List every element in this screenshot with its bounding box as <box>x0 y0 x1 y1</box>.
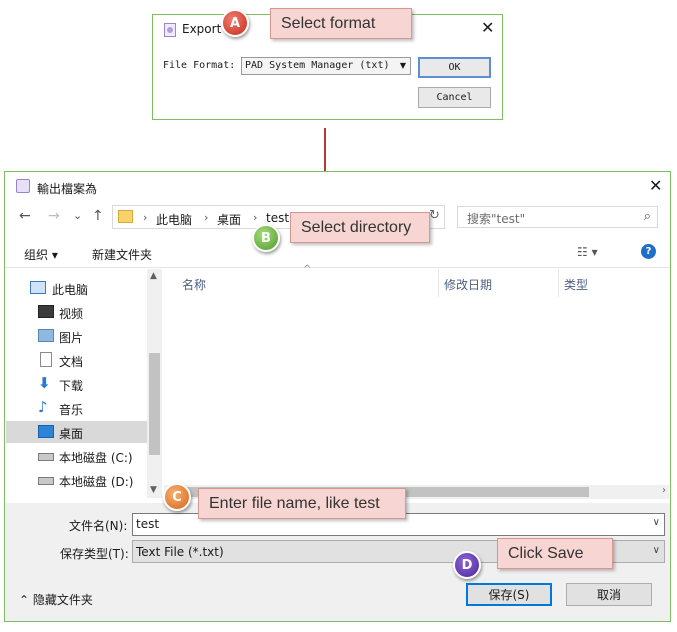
new-folder-button[interactable]: 新建文件夹 <box>92 246 152 263</box>
sidebar-item-label: 视频 <box>59 307 84 321</box>
download-icon: ⬇ <box>38 374 51 392</box>
cancel-button[interactable]: 取消 <box>566 583 652 606</box>
file-format-select[interactable]: PAD System Manager (txt) ▼ <box>241 57 411 75</box>
close-icon[interactable]: ✕ <box>481 19 494 37</box>
search-icon: ⌕ <box>643 209 651 224</box>
sidebar-item-desktop[interactable]: 桌面 <box>6 421 147 443</box>
sidebar-item-drive-d[interactable]: 本地磁盘 (D:) <box>6 469 147 491</box>
filetype-value: Text File (*.txt) <box>136 545 224 559</box>
step-a-badge: A <box>221 9 249 37</box>
chevron-right-icon: › <box>204 211 209 224</box>
forward-icon[interactable]: → <box>48 208 60 224</box>
search-placeholder: 搜索"test" <box>467 212 526 226</box>
file-format-label: File Format: <box>163 60 236 71</box>
sidebar-item-label: 音乐 <box>59 403 84 417</box>
breadcrumb-desktop[interactable]: 桌面 <box>217 211 241 228</box>
hide-folders-label: 隐藏文件夹 <box>32 593 93 607</box>
chevron-down-icon: ∨ <box>652 545 660 556</box>
video-icon <box>38 305 54 318</box>
chevron-down-icon: ▼ <box>399 61 406 70</box>
chevron-right-icon: › <box>143 211 148 224</box>
computer-icon <box>30 281 46 294</box>
filetype-label: 保存类型(T): <box>60 547 129 561</box>
scroll-up-icon[interactable]: ▲ <box>150 271 157 281</box>
save-app-icon <box>16 179 30 193</box>
sidebar-item-label: 图片 <box>59 331 84 345</box>
search-input[interactable]: 搜索"test" ⌕ <box>457 206 658 228</box>
sidebar-item-drive-c[interactable]: 本地磁盘 (C:) <box>6 445 147 467</box>
hide-folders-toggle[interactable]: ⌃ 隐藏文件夹 <box>19 591 93 608</box>
sidebar-scrollbar[interactable]: ▲ ▼ <box>147 269 162 498</box>
save-dialog-title: 輸出檔案為 <box>37 182 98 196</box>
column-divider[interactable] <box>438 269 439 297</box>
sidebar-item-this-pc[interactable]: 此电脑 <box>6 277 147 299</box>
sidebar-item-label: 此电脑 <box>52 283 89 297</box>
step-b-callout: Select directory <box>290 212 430 243</box>
recent-dropdown-icon[interactable]: ⌄ <box>73 209 82 222</box>
navigation-pane: 此电脑 视频 图片 文档 ⬇ 下载 ♪ 音乐 桌面 本地磁盘 (C:) 本地磁盘… <box>6 269 162 498</box>
up-icon[interactable]: ↑ <box>92 208 104 224</box>
save-button[interactable]: 保存(S) <box>466 583 552 606</box>
sort-caret-icon: ^ <box>303 264 312 275</box>
music-icon: ♪ <box>38 398 48 416</box>
breadcrumb-pc[interactable]: 此电脑 <box>156 211 192 228</box>
sidebar-item-label: 下载 <box>59 379 84 393</box>
column-modified-date[interactable]: 修改日期 <box>444 276 492 293</box>
folder-icon <box>118 210 133 223</box>
chevron-up-icon: ⌃ <box>19 593 30 607</box>
sidebar-item-label: 本地磁盘 (C:) <box>59 451 133 465</box>
drive-icon <box>38 477 54 485</box>
step-d-badge: D <box>453 551 481 579</box>
sidebar-item-videos[interactable]: 视频 <box>6 301 147 323</box>
export-app-icon <box>164 23 176 37</box>
help-icon[interactable]: ? <box>641 244 656 259</box>
close-icon[interactable]: ✕ <box>649 176 662 195</box>
scroll-right-icon[interactable]: › <box>662 485 666 496</box>
column-name[interactable]: 名称 <box>182 276 206 293</box>
step-a-callout: Select format <box>270 8 412 39</box>
sidebar-item-label: 桌面 <box>59 427 84 441</box>
document-icon <box>40 352 52 367</box>
step-c-badge: C <box>163 483 191 511</box>
step-b-badge: B <box>252 224 280 252</box>
file-format-value: PAD System Manager (txt) <box>245 60 390 71</box>
sidebar-item-downloads[interactable]: ⬇ 下载 <box>6 373 147 395</box>
organize-menu[interactable]: 组织 ▾ <box>24 246 58 263</box>
scrollbar-thumb[interactable] <box>149 353 160 455</box>
filename-value: test <box>136 517 160 531</box>
sidebar-item-documents[interactable]: 文档 <box>6 349 147 371</box>
cancel-button[interactable]: Cancel <box>418 87 491 108</box>
divider <box>5 267 670 268</box>
drive-icon <box>38 453 54 461</box>
sidebar-item-pictures[interactable]: 图片 <box>6 325 147 347</box>
breadcrumb-test[interactable]: test <box>266 211 289 225</box>
step-d-callout: Click Save <box>497 538 613 569</box>
filename-label: 文件名(N): <box>69 519 128 533</box>
chevron-down-icon[interactable]: ∨ <box>653 517 660 528</box>
export-dialog-title: Export <box>182 22 222 36</box>
chevron-right-icon: › <box>253 211 258 224</box>
column-type[interactable]: 类型 <box>564 276 588 293</box>
sidebar-item-music[interactable]: ♪ 音乐 <box>6 397 147 419</box>
desktop-icon <box>38 425 54 438</box>
sidebar-item-label: 本地磁盘 (D:) <box>59 475 134 489</box>
sidebar-item-label: 文档 <box>59 355 84 369</box>
scroll-down-icon[interactable]: ▼ <box>150 485 157 495</box>
step-c-callout: Enter file name, like test <box>198 488 406 519</box>
ok-button[interactable]: OK <box>418 57 491 78</box>
pictures-icon <box>38 329 54 342</box>
column-divider[interactable] <box>558 269 559 297</box>
view-options-icon[interactable]: ☷ ▾ <box>577 245 598 259</box>
refresh-icon[interactable]: ↻ <box>429 208 440 223</box>
back-icon[interactable]: ← <box>19 208 31 224</box>
